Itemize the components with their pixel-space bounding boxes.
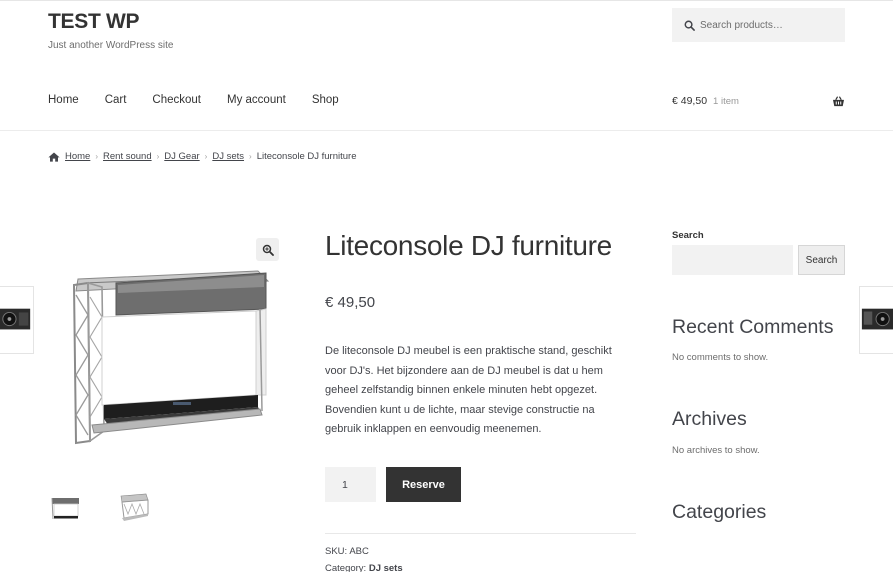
- product-thumbnail-2[interactable]: [116, 488, 152, 524]
- breadcrumb-separator: ›: [204, 152, 208, 161]
- product-meta-divider: [325, 533, 636, 534]
- product-category: Category: DJ sets: [325, 563, 403, 572]
- sidebar-search-input[interactable]: [672, 245, 793, 275]
- sidebar-search-label: Search: [672, 230, 704, 241]
- categories-title: Categories: [672, 501, 767, 523]
- category-label: Category:: [325, 563, 367, 572]
- header-divider: [0, 130, 893, 131]
- search-icon: [684, 20, 695, 31]
- product-thumbnail-1[interactable]: [48, 488, 84, 524]
- sku-value: ABC: [349, 546, 369, 557]
- cart-total[interactable]: € 49,50: [672, 95, 707, 107]
- primary-navigation: Home Cart Checkout My account Shop: [48, 94, 365, 106]
- nav-shop[interactable]: Shop: [312, 94, 339, 106]
- sku-label: SKU:: [325, 546, 348, 557]
- product-price: € 49,50: [325, 294, 376, 311]
- archives-empty: No archives to show.: [672, 445, 760, 456]
- home-icon: [48, 152, 60, 162]
- product-main-image[interactable]: [48, 235, 283, 475]
- breadcrumb-dj-sets[interactable]: DJ sets: [212, 151, 244, 162]
- nav-checkout[interactable]: Checkout: [152, 94, 201, 106]
- zoom-icon: [262, 244, 274, 256]
- nav-cart[interactable]: Cart: [105, 94, 127, 106]
- basket-icon[interactable]: [832, 95, 845, 107]
- next-product-tab[interactable]: [859, 286, 893, 354]
- breadcrumb-separator: ›: [156, 152, 160, 161]
- breadcrumb-home[interactable]: Home: [65, 151, 90, 162]
- breadcrumb: Home › Rent sound › DJ Gear › DJ sets › …: [48, 151, 357, 162]
- nav-my-account[interactable]: My account: [227, 94, 286, 106]
- previous-product-thumbnail: [0, 308, 31, 330]
- product-search-input[interactable]: [700, 19, 840, 31]
- breadcrumb-current: Liteconsole DJ furniture: [256, 151, 357, 162]
- zoom-button[interactable]: [256, 238, 279, 261]
- breadcrumb-rent-sound[interactable]: Rent sound: [103, 151, 152, 162]
- previous-product-tab[interactable]: [0, 286, 34, 354]
- product-title: Liteconsole DJ furniture: [325, 230, 612, 261]
- site-tagline: Just another WordPress site: [48, 40, 174, 51]
- product-search[interactable]: [672, 8, 845, 42]
- header-cart[interactable]: € 49,50 1 item: [672, 95, 845, 107]
- next-product-thumbnail: [861, 308, 893, 330]
- product-description: De liteconsole DJ meubel is een praktisc…: [325, 345, 612, 436]
- archives-title: Archives: [672, 408, 747, 430]
- sidebar-search-button[interactable]: Search: [798, 245, 845, 275]
- cart-count[interactable]: 1 item: [713, 96, 739, 107]
- product-sku: SKU: ABC: [325, 546, 369, 557]
- breadcrumb-separator: ›: [249, 152, 252, 161]
- breadcrumb-separator: ›: [95, 152, 99, 161]
- recent-comments-title: Recent Comments: [672, 316, 834, 338]
- recent-comments-empty: No comments to show.: [672, 352, 769, 363]
- nav-home[interactable]: Home: [48, 94, 79, 106]
- top-border: [0, 0, 893, 1]
- category-link[interactable]: DJ sets: [369, 563, 403, 572]
- site-title[interactable]: TEST WP: [48, 10, 140, 34]
- breadcrumb-dj-gear[interactable]: DJ Gear: [164, 151, 199, 162]
- reserve-button[interactable]: Reserve: [386, 467, 461, 502]
- quantity-input[interactable]: [325, 467, 376, 502]
